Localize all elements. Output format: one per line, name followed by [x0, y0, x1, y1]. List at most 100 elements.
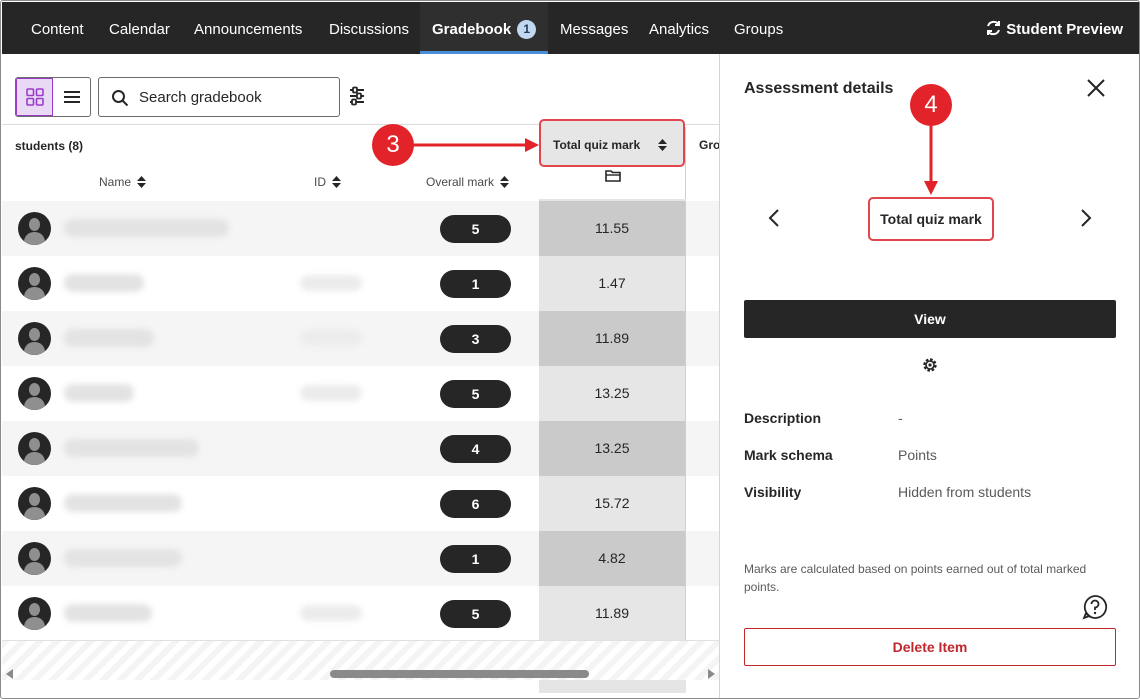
refresh-icon: [985, 20, 1002, 36]
table-row[interactable]: 3 11.89: [2, 311, 719, 366]
quiz-mark-cell[interactable]: 1.47: [539, 256, 686, 311]
overall-mark-column-label: Overall mark: [426, 175, 495, 189]
nav-tab-content[interactable]: Content: [31, 2, 84, 54]
nav-tab-gradebook[interactable]: Gradebook 1: [420, 2, 548, 54]
table-row[interactable]: 5 11.55: [2, 201, 719, 256]
quiz-mark-cell[interactable]: 13.25: [539, 421, 686, 476]
help-button[interactable]: [1082, 594, 1108, 620]
search-gradebook-input[interactable]: Search gradebook: [98, 77, 340, 117]
chevron-right-icon: [1080, 209, 1092, 227]
mark-schema-label: Mark schema: [744, 447, 833, 463]
list-view-button[interactable]: [53, 78, 90, 116]
nav-tab-groups[interactable]: Groups: [734, 2, 783, 54]
sort-icon: [332, 176, 341, 188]
list-icon: [63, 90, 81, 104]
avatar: [18, 377, 51, 410]
grid-icon: [25, 88, 44, 106]
name-column-label: Name: [99, 175, 132, 189]
overall-mark-pill[interactable]: 1: [440, 545, 511, 573]
annotation-callout-4: 4: [910, 84, 952, 126]
overall-mark-pill[interactable]: 4: [440, 435, 511, 463]
grid-view-button[interactable]: [16, 78, 53, 116]
nav-tab-discussions[interactable]: Discussions: [329, 2, 409, 54]
id-column-header[interactable]: ID: [314, 175, 341, 189]
scroll-right-arrow[interactable]: [708, 669, 715, 679]
nav-tab-analytics[interactable]: Analytics: [649, 2, 709, 54]
horizontal-scrollbar[interactable]: [2, 667, 719, 681]
gear-icon: [921, 356, 939, 374]
overall-mark-pill[interactable]: 1: [440, 270, 511, 298]
table-row[interactable]: 4 13.25: [2, 421, 719, 476]
table-row[interactable]: 5 13.25: [2, 366, 719, 421]
student-name-redacted: [64, 274, 144, 292]
search-icon: [111, 89, 129, 107]
overall-mark-pill[interactable]: 5: [440, 380, 511, 408]
table-row[interactable]: 6 15.72: [2, 476, 719, 531]
filter-sliders-icon: [347, 86, 367, 106]
quiz-mark-cell[interactable]: 4.82: [539, 531, 686, 586]
settings-button[interactable]: [921, 356, 939, 374]
student-preview-label: Student Preview: [1006, 21, 1123, 38]
student-name-redacted: [64, 329, 154, 347]
close-panel-button[interactable]: [1086, 78, 1106, 98]
avatar: [18, 487, 51, 520]
quiz-mark-cell[interactable]: 15.72: [539, 476, 686, 531]
sort-icon: [137, 176, 147, 188]
avatar: [18, 597, 51, 630]
sort-icon: [500, 176, 510, 188]
nav-tab-announcements[interactable]: Announcements: [194, 2, 302, 54]
student-name-redacted: [64, 384, 134, 402]
overall-mark-pill[interactable]: 6: [440, 490, 511, 518]
nav-tab-gradebook-label: Gradebook: [432, 21, 512, 38]
avatar: [18, 212, 51, 245]
visibility-value: Hidden from students: [898, 484, 1032, 500]
overall-mark-pill[interactable]: 5: [440, 215, 511, 243]
next-item-button[interactable]: [1080, 209, 1092, 227]
view-toggle: [15, 77, 91, 117]
mark-schema-value: Points: [898, 447, 937, 463]
quiz-mark-cell[interactable]: 11.89: [539, 311, 686, 366]
table-row[interactable]: 5 11.89: [2, 586, 719, 641]
student-name-redacted: [64, 549, 182, 567]
chevron-left-icon: [768, 209, 780, 227]
current-item-name: Total quiz mark: [868, 197, 994, 241]
previous-item-button[interactable]: [768, 209, 780, 227]
student-name-redacted: [64, 494, 182, 512]
panel-title: Assessment details: [744, 80, 894, 97]
table-row[interactable]: 1 1.47: [2, 256, 719, 311]
quiz-mark-cell[interactable]: 13.25: [539, 366, 686, 421]
student-name-redacted: [64, 604, 152, 622]
view-button[interactable]: View: [744, 300, 1116, 338]
table-row[interactable]: 1 4.82: [2, 531, 719, 586]
student-preview-button[interactable]: Student Preview: [985, 2, 1123, 54]
quiz-mark-cell[interactable]: 11.89: [539, 586, 686, 641]
students-count-label: students (8): [15, 139, 84, 153]
scroll-left-arrow[interactable]: [6, 669, 13, 679]
gradebook-grid-area: Search gradebook students (8) Name ID Ov…: [2, 54, 720, 698]
annotation-arrow-3: [411, 138, 539, 152]
close-icon: [1086, 78, 1106, 98]
nav-tab-messages[interactable]: Messages: [560, 2, 628, 54]
annotation-arrow-4: [924, 125, 938, 195]
gradebook-count-badge: 1: [517, 20, 537, 39]
student-id-redacted: [300, 330, 362, 346]
course-top-nav: Content Calendar Announcements Discussio…: [2, 2, 1139, 54]
total-quiz-mark-column-header[interactable]: Total quiz mark: [539, 119, 685, 167]
name-column-header[interactable]: Name: [99, 175, 147, 189]
quiz-column-label: Total quiz mark: [553, 138, 641, 152]
student-id-redacted: [300, 385, 362, 401]
marks-calculation-note: Marks are calculated based on points ear…: [744, 562, 1087, 594]
overall-mark-pill[interactable]: 5: [440, 600, 511, 628]
annotation-callout-3: 3: [372, 124, 414, 166]
avatar: [18, 267, 51, 300]
avatar: [18, 432, 51, 465]
quiz-mark-cell[interactable]: 11.55: [539, 201, 686, 256]
filter-button[interactable]: [347, 86, 367, 106]
scrollbar-thumb[interactable]: [330, 670, 589, 678]
delete-item-button[interactable]: Delete Item: [744, 628, 1116, 666]
overall-mark-pill[interactable]: 3: [440, 325, 511, 353]
overall-mark-column-header[interactable]: Overall mark: [426, 175, 510, 189]
next-column-header-partial[interactable]: Gro: [699, 138, 720, 152]
nav-tab-calendar[interactable]: Calendar: [109, 2, 170, 54]
description-value: -: [898, 410, 903, 426]
